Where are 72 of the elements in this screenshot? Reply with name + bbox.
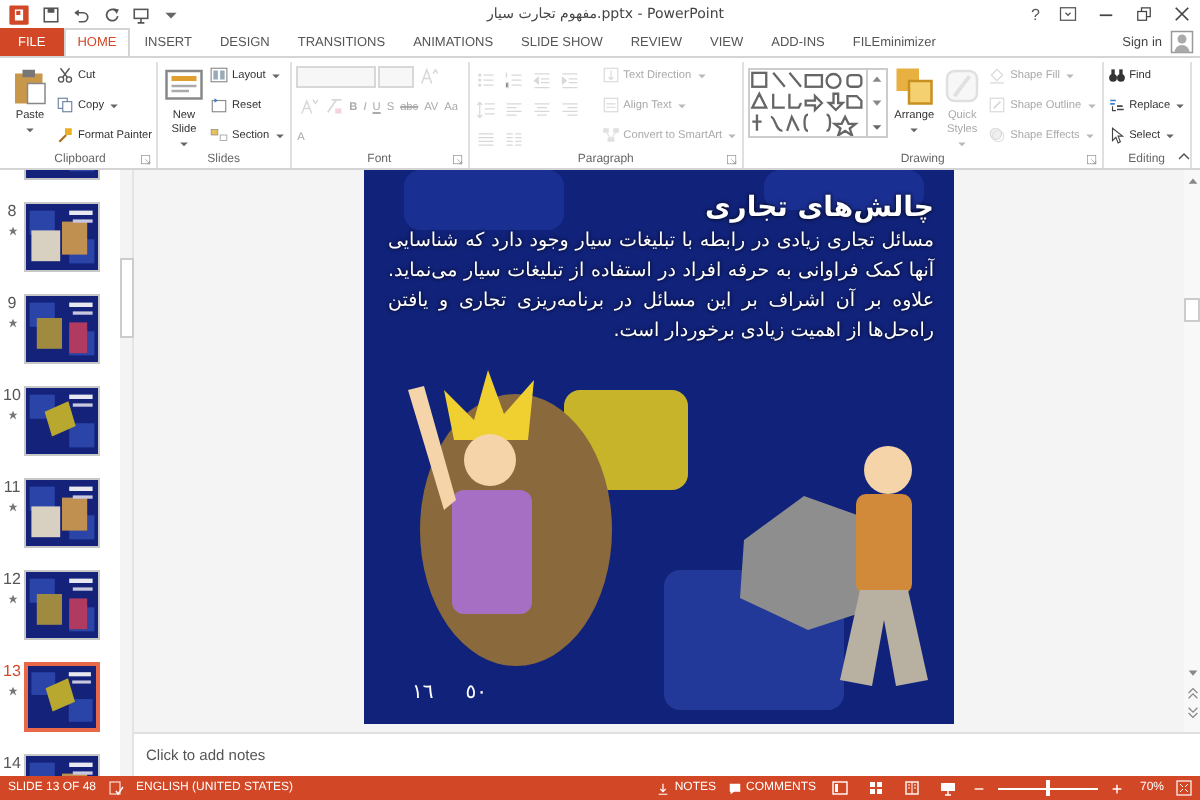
slide-thumbnail[interactable] [24, 570, 100, 640]
undo-icon[interactable] [72, 5, 90, 23]
collapse-icon[interactable] [1176, 148, 1192, 164]
launcher-icon[interactable] [451, 154, 464, 166]
align-text-icon [601, 96, 620, 114]
slide-number: 14 [3, 754, 21, 772]
slide-thumbnail[interactable] [24, 386, 100, 456]
binoculars-icon [1107, 66, 1126, 84]
scrollbar-thumb[interactable] [120, 258, 134, 338]
plus-icon[interactable] [1109, 781, 1124, 795]
launcher-icon[interactable] [140, 154, 152, 166]
arrow-down-icon[interactable] [1185, 666, 1199, 680]
slide-thumbnail[interactable] [24, 202, 100, 272]
slide-number: 9 [7, 294, 17, 312]
restore-icon[interactable] [1134, 4, 1154, 24]
ribbon-display-icon[interactable] [1058, 4, 1078, 24]
slide-footer-number: ٥٠ [465, 682, 487, 704]
layout-icon [210, 66, 228, 84]
scissors-icon [56, 66, 74, 84]
brush-icon [56, 126, 74, 144]
fit-slide-icon[interactable] [1176, 780, 1192, 796]
arrange-icon [894, 66, 935, 106]
section-icon [210, 126, 228, 144]
zoom-slider-thumb[interactable] [1045, 780, 1050, 796]
clipboard-icon [10, 66, 50, 106]
double-arrow-down-icon[interactable] [1185, 706, 1199, 720]
redo-icon[interactable] [102, 5, 120, 23]
logo-icon [8, 3, 30, 25]
reading-view-icon[interactable] [903, 780, 920, 796]
normal-view-icon[interactable] [831, 780, 848, 796]
caret-icon[interactable] [870, 120, 885, 134]
paint-bucket-icon [988, 66, 1007, 84]
shapes-icon [750, 70, 867, 136]
pen-icon [988, 96, 1007, 114]
arrow-up-icon[interactable] [870, 72, 885, 86]
cursor-icon [1107, 126, 1126, 144]
slide-body-text: مسائل تجاری زیادی در رابطه با تبلیغات سیار وجود دارد که شناسایی آنها کمک فراوانی به حرفه افراد در استفاده از تبلیغات سیار می‌نماید. علاوه بر آن اشراف بر این مسائل در برنامه‌ریزی تجاری و یافتن راه‌حل‌ها از اهمیت زیادی برخوردار است. [388, 228, 934, 346]
slide-number: 8 [7, 202, 17, 220]
copy-icon [56, 96, 74, 114]
slide-icon [164, 66, 204, 106]
help-button[interactable]: ? [1031, 5, 1040, 23]
launcher-icon[interactable] [726, 154, 739, 166]
sorter-view-icon[interactable] [867, 780, 884, 796]
arrow-down-icon[interactable] [870, 96, 885, 110]
spellcheck-icon[interactable] [108, 780, 125, 796]
scrollbar-thumb[interactable] [1184, 298, 1200, 322]
scrollbar[interactable] [120, 170, 132, 776]
notes-icon [656, 781, 671, 795]
slide-number: 10 [3, 386, 21, 404]
launcher-icon[interactable] [1085, 154, 1098, 166]
quick-styles-icon [942, 66, 983, 106]
close-icon[interactable] [1172, 4, 1192, 24]
slide-thumbnail[interactable] [24, 478, 100, 548]
double-arrow-up-icon[interactable] [1185, 686, 1199, 700]
slideshow-view-icon[interactable] [939, 780, 956, 796]
save-icon[interactable] [42, 5, 60, 23]
slide-thumbnail[interactable] [24, 662, 100, 732]
slide-number: 13 [3, 662, 21, 680]
presentation-icon[interactable] [132, 5, 150, 23]
arrow-up-icon[interactable] [1185, 174, 1199, 188]
slide-footer-number: ١٦ [412, 682, 434, 704]
slide-number: 12 [3, 570, 21, 588]
slide-number: 11 [3, 478, 21, 496]
replace-icon [1107, 96, 1126, 114]
effects-icon [988, 126, 1007, 144]
reset-icon [210, 96, 228, 114]
comment-icon [727, 781, 742, 795]
smartart-icon [601, 126, 620, 144]
shapes-gallery[interactable] [748, 68, 889, 138]
slide-title: چالش‌های تجاری [702, 190, 934, 226]
text-direction-icon [601, 66, 620, 84]
slide-thumbnail[interactable] [24, 294, 100, 364]
